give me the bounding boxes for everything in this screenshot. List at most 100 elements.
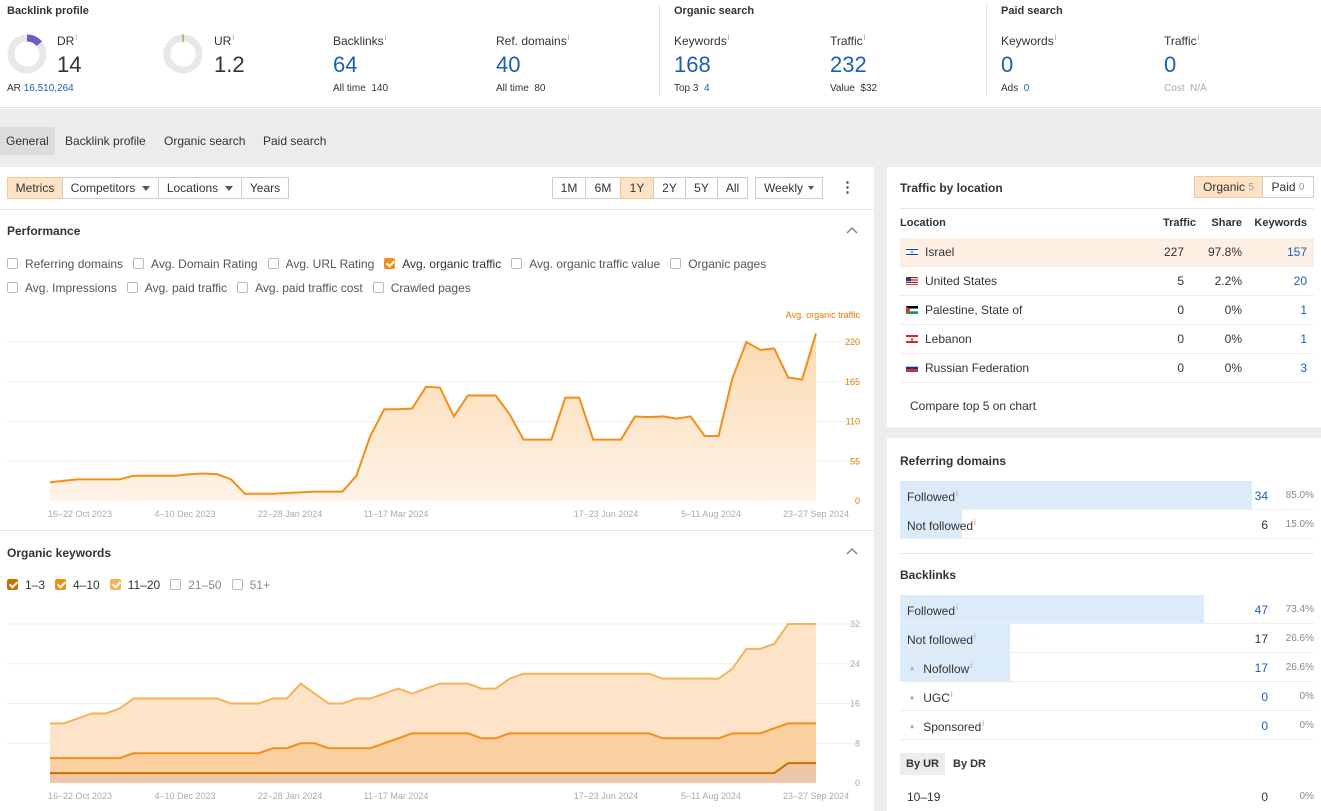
tab-organic-search[interactable]: Organic search [164,134,245,148]
location-keywords[interactable]: 3 [1300,361,1307,375]
info-icon[interactable]: i [956,489,958,498]
row-value[interactable]: 0 [1261,690,1268,704]
info-icon[interactable]: i [568,33,570,42]
checkbox-icon[interactable] [133,258,145,269]
range-5y-button[interactable]: 5Y [685,177,718,199]
interval-dropdown[interactable]: Weekly [755,177,823,199]
row-value[interactable]: 47 [1255,603,1268,617]
checkbox-icon[interactable] [7,282,18,293]
checkbox-pos-1-3[interactable]: 1–3 [7,578,45,592]
checkbox-icon[interactable] [231,579,243,590]
more-options-icon[interactable]: ⋮ [840,178,855,196]
top3-value[interactable]: 4 [704,83,710,94]
location-row-russia[interactable]: Russian Federation 0 0% 3 [900,354,1314,383]
organic-keywords-chart[interactable]: 0 8 16 24 32 16–22 Oct 2023 4–10 Dec 2023 22–28… [0,606,874,811]
checkbox-referring-domains[interactable]: Referring domains [7,257,123,271]
info-icon[interactable]: i [232,33,234,42]
checkbox-checked-icon[interactable] [109,579,121,590]
checkbox-icon[interactable] [372,282,384,293]
info-icon[interactable]: i [974,518,976,527]
paid-traffic-value[interactable]: 0 [1164,52,1176,78]
backlinks-sponsored-row[interactable]: • Sponsoredi 0 0% [900,711,1314,740]
locations-dropdown[interactable]: Locations [158,177,242,199]
backlinks-nofollow-row[interactable]: • Nofollowi 17 26.6% [900,653,1314,682]
checkbox-organic-pages[interactable]: Organic pages [670,257,766,271]
organic-keywords-kpi[interactable]: Keywordsi [674,33,729,48]
paid-traffic-kpi[interactable]: Traffici [1164,33,1199,48]
checkbox-icon[interactable] [267,258,279,269]
info-icon[interactable]: i [956,603,958,612]
checkbox-avg-impressions[interactable]: Avg. Impressions [7,281,117,295]
info-icon[interactable]: i [864,33,866,42]
checkbox-icon[interactable] [670,258,682,269]
checkbox-pos-51-plus[interactable]: 51+ [231,578,270,592]
checkbox-avg-paid-traffic[interactable]: Avg. paid traffic [126,281,227,295]
paid-keywords-kpi[interactable]: Keywordsi [1001,33,1056,48]
info-icon[interactable]: i [1198,33,1200,42]
paid-keywords-value[interactable]: 0 [1001,52,1013,78]
collapse-chevron-icon[interactable] [846,226,858,234]
ar-value[interactable]: 16,510,264 [24,83,74,94]
checkbox-icon[interactable] [170,579,182,590]
range-all-button[interactable]: All [717,177,748,199]
years-button[interactable]: Years [241,177,289,199]
checkbox-avg-domain-rating[interactable]: Avg. Domain Rating [133,257,258,271]
ref-domains-not-followed-row[interactable]: Not followedi 6 15.0% [900,510,1314,539]
checkbox-pos-21-50[interactable]: 21–50 [170,578,222,592]
location-row-united-states[interactable]: United States 5 2.2% 20 [900,267,1314,296]
location-row-israel[interactable]: Israel 227 97.8% 157 [900,238,1314,267]
location-keywords[interactable]: 157 [1287,245,1307,259]
paid-toggle-button[interactable]: Paid 0 [1262,176,1314,198]
backlinks-ugc-row[interactable]: • UGCi 0 0% [900,682,1314,711]
tab-general[interactable]: General [0,127,55,155]
checkbox-checked-icon[interactable] [55,579,67,590]
ref-domains-followed-row[interactable]: Followedi 34 85.0% [900,481,1314,510]
row-value[interactable]: 0 [1261,719,1268,733]
range-6m-button[interactable]: 6M [585,177,621,199]
info-icon[interactable]: i [75,33,77,42]
competitors-dropdown[interactable]: Competitors [62,177,159,199]
row-value[interactable]: 17 [1255,661,1268,675]
backlinks-not-followed-row[interactable]: Not followedi 17 26.6% [900,624,1314,653]
col-share[interactable]: Share [1211,217,1242,229]
info-icon[interactable]: i [982,719,984,728]
checkbox-pos-4-10[interactable]: 4–10 [55,578,100,592]
ads-value[interactable]: 0 [1024,83,1030,94]
checkbox-checked-icon[interactable] [7,579,18,590]
by-dr-tab[interactable]: By DR [953,758,986,770]
organic-toggle-button[interactable]: Organic 5 [1194,176,1263,198]
ref-domains-kpi[interactable]: Ref. domainsi [496,33,569,48]
location-keywords[interactable]: 1 [1300,303,1307,317]
info-icon[interactable]: i [974,632,976,641]
location-keywords[interactable]: 20 [1294,274,1307,288]
checkbox-icon[interactable] [126,282,138,293]
checkbox-avg-organic-traffic-value[interactable]: Avg. organic traffic value [511,257,660,271]
backlinks-kpi[interactable]: Backlinksi [333,33,386,48]
backlinks-followed-row[interactable]: Followedi 47 73.4% [900,595,1314,624]
info-icon[interactable]: i [970,661,972,670]
col-traffic[interactable]: Traffic [1163,217,1196,229]
location-keywords[interactable]: 1 [1300,332,1307,346]
organic-keywords-value[interactable]: 168 [674,52,711,78]
checkbox-icon[interactable] [7,258,18,269]
tab-backlink-profile[interactable]: Backlink profile [65,134,146,148]
checkbox-icon[interactable] [237,282,249,293]
organic-traffic-value[interactable]: 232 [830,52,867,78]
range-2y-button[interactable]: 2Y [653,177,686,199]
info-icon[interactable]: i [951,690,953,699]
location-row-palestine[interactable]: Palestine, State of 0 0% 1 [900,296,1314,325]
collapse-chevron-icon[interactable] [846,547,858,555]
range-1m-button[interactable]: 1M [552,177,586,199]
performance-chart[interactable]: 0 55 110 165 220 16–22 Oct 2023 4–10 Dec 2023 2… [0,305,874,525]
checkbox-pos-11-20[interactable]: 11–20 [109,578,160,592]
checkbox-icon[interactable] [511,258,523,269]
location-row-lebanon[interactable]: Lebanon 0 0% 1 [900,325,1314,354]
by-ur-tab[interactable]: By UR [900,753,946,775]
checkbox-crawled-pages[interactable]: Crawled pages [372,281,471,295]
row-value[interactable]: 34 [1255,489,1268,503]
checkbox-avg-organic-traffic[interactable]: Avg. organic traffic [384,257,501,271]
ref-domains-value[interactable]: 40 [496,52,520,78]
checkbox-checked-icon[interactable] [384,258,396,269]
checkbox-avg-paid-traffic-cost[interactable]: Avg. paid traffic cost [237,281,363,295]
compare-top5-link[interactable]: Compare top 5 on chart [910,399,1036,413]
